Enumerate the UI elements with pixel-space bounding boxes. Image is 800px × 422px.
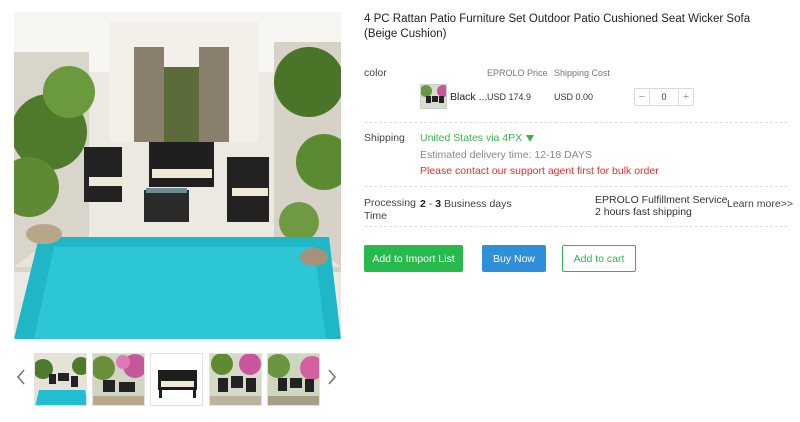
chevron-right-icon	[328, 369, 337, 385]
thumbnail-4[interactable]	[209, 353, 262, 406]
quantity-stepper[interactable]: − +	[634, 88, 694, 106]
learn-more-link[interactable]: Learn more>>	[727, 198, 793, 210]
add-to-import-list-button[interactable]: Add to Import List	[364, 245, 463, 272]
divider	[364, 186, 788, 187]
thumbnail-prev-arrow[interactable]	[14, 366, 28, 388]
thumbnail-3[interactable]	[150, 353, 203, 406]
shipping-method-dropdown[interactable]: United States via 4PX	[420, 132, 535, 144]
thumbnail-next-arrow[interactable]	[325, 366, 339, 388]
variant-name: Black ...	[450, 91, 488, 103]
minus-icon[interactable]: −	[635, 89, 650, 105]
divider	[364, 226, 788, 227]
bulk-order-notice: Please contact our support agent first f…	[420, 165, 659, 177]
quantity-input[interactable]	[650, 89, 678, 105]
processing-time-label: Processing Time	[364, 197, 416, 222]
add-to-cart-button[interactable]: Add to cart	[562, 245, 636, 272]
thumbnail-2[interactable]	[92, 353, 145, 406]
shipping-label: Shipping	[364, 132, 405, 144]
color-label: color	[364, 67, 387, 79]
caret-down-icon	[526, 134, 535, 142]
variant-shipping-cost: USD 0.00	[554, 92, 594, 102]
shipping-column-header: Shipping Cost	[554, 68, 611, 78]
thumbnail-1[interactable]	[34, 353, 87, 406]
divider	[364, 122, 788, 123]
main-product-image	[14, 12, 341, 339]
buy-now-button[interactable]: Buy Now	[482, 245, 546, 272]
thumbnail-5[interactable]	[267, 353, 320, 406]
plus-icon[interactable]: +	[678, 89, 693, 105]
variant-image[interactable]	[420, 84, 447, 109]
price-column-header: EPROLO Price	[487, 68, 548, 78]
fulfillment-service: EPROLO Fulfillment Service 2 hours fast …	[595, 194, 728, 218]
delivery-time: Estimated delivery time: 12-18 DAYS	[420, 149, 592, 161]
shipping-method-text: United States via 4PX	[420, 132, 523, 144]
product-title: 4 PC Rattan Patio Furniture Set Outdoor …	[364, 13, 751, 40]
chevron-left-icon	[16, 369, 25, 385]
processing-days: 2 - 3 Business days	[420, 198, 512, 210]
variant-price: USD 174.9	[487, 92, 532, 102]
